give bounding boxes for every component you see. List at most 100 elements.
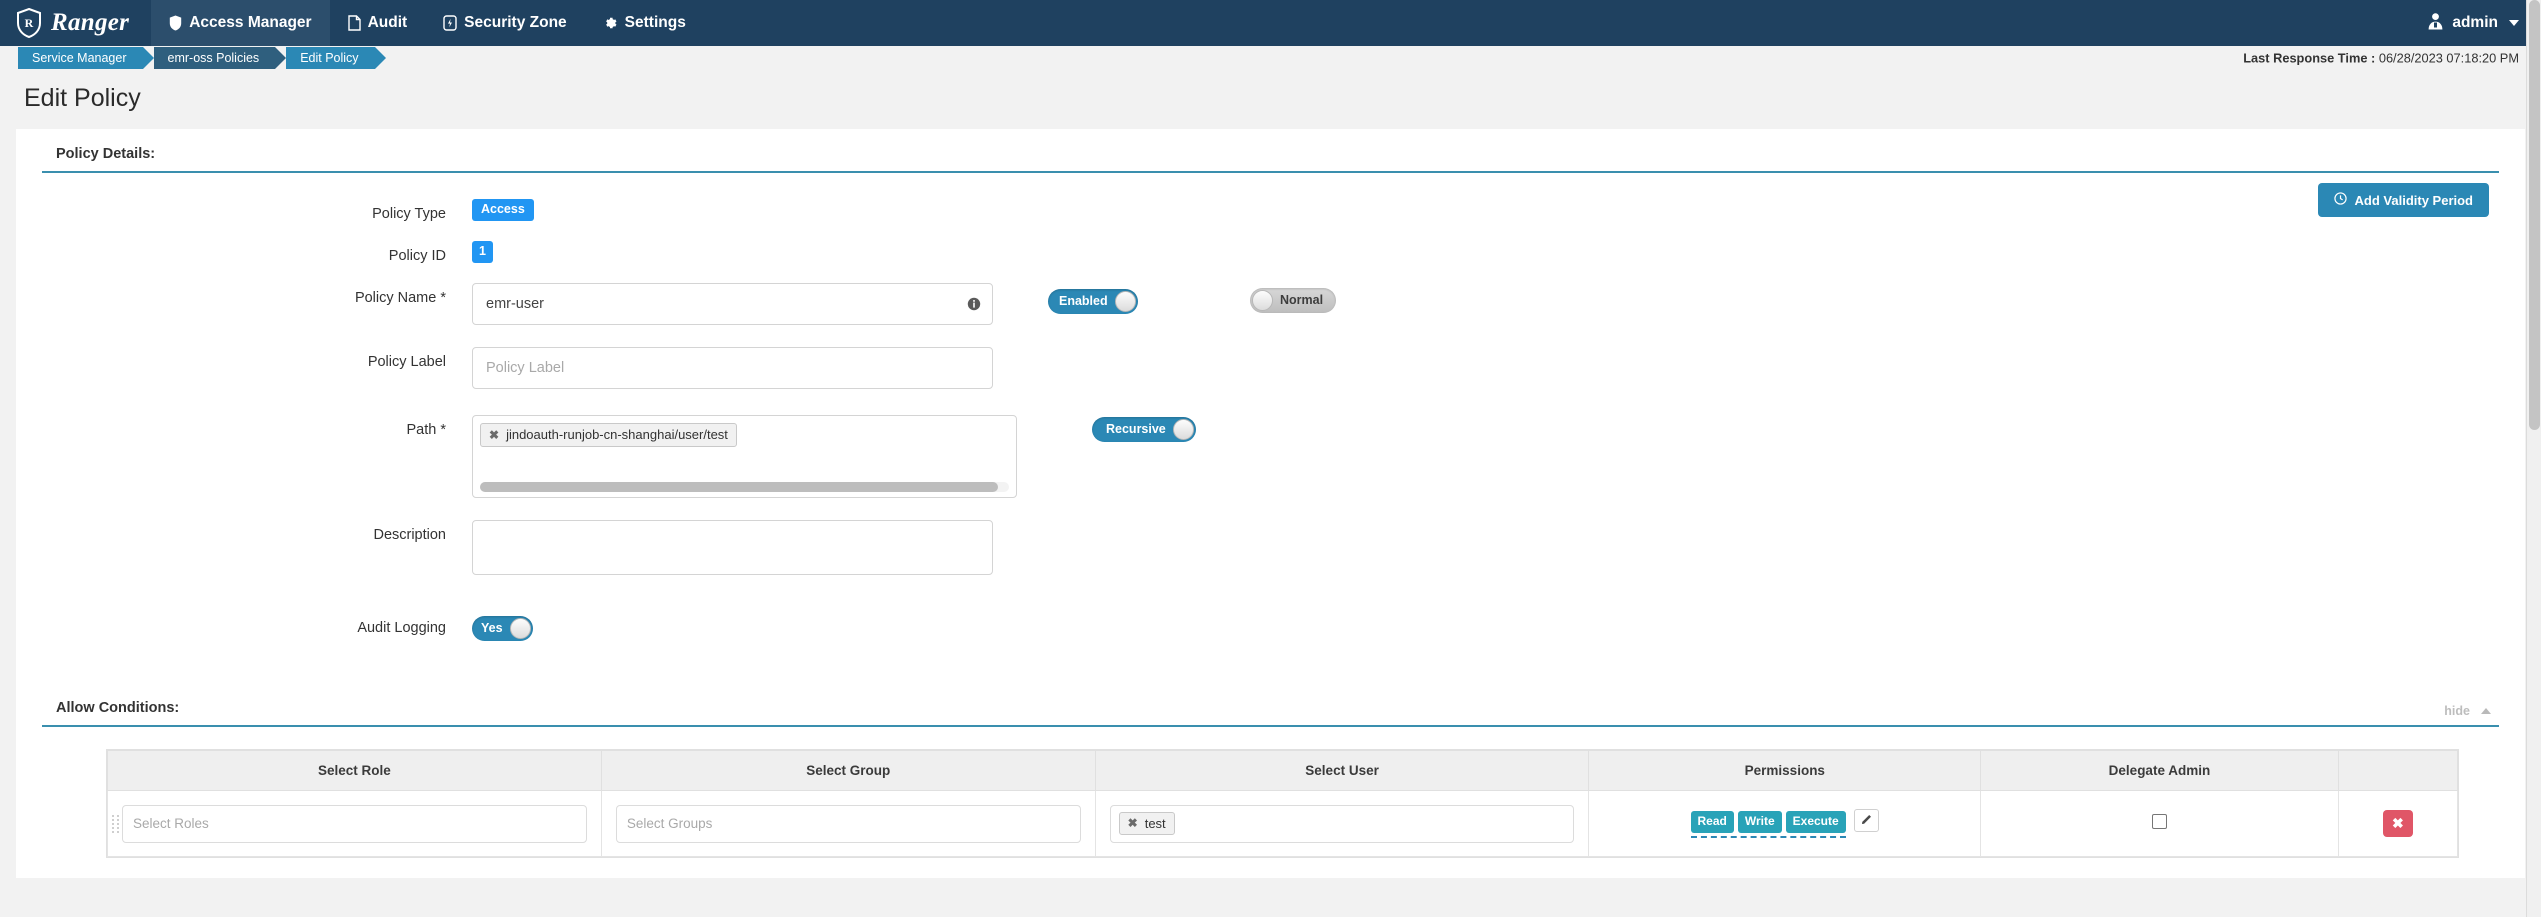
breadcrumb-label: emr-oss Policies: [167, 51, 260, 65]
user-menu[interactable]: admin: [2417, 0, 2541, 46]
audit-logging-toggle[interactable]: Yes: [472, 616, 533, 641]
drag-handle-icon[interactable]: [112, 811, 119, 837]
page-scrollbar[interactable]: [2526, 0, 2541, 917]
last-response-time: Last Response Time : 06/28/2023 07:18:20…: [2243, 51, 2519, 66]
add-validity-period-button[interactable]: Add Validity Period: [2317, 183, 2489, 217]
policy-name-input[interactable]: [472, 283, 993, 325]
brand-name: Ranger: [51, 9, 130, 36]
nav-item-access-manager[interactable]: Access Manager: [151, 0, 330, 46]
allow-conditions-table: Select Role Select Group Select User Per…: [107, 750, 2459, 857]
field-row-audit-logging: Audit Logging Yes: [42, 613, 2499, 641]
breadcrumb-label: Edit Policy: [300, 51, 359, 65]
allow-conditions-section-header: Allow Conditions: hide: [42, 683, 2499, 727]
cell-select-group: [600, 790, 1096, 857]
cell-delegate-admin: [1980, 790, 2339, 857]
nav-item-security-zone[interactable]: Security Zone: [425, 0, 585, 46]
pencil-icon: [1861, 812, 1873, 830]
path-token[interactable]: ✖ jindoauth-runjob-cn-shanghai/user/test: [480, 423, 737, 447]
field-row-policy-type: Policy Type Access: [42, 199, 2499, 222]
normal-toggle-switch[interactable]: Normal: [1250, 288, 1337, 313]
info-icon[interactable]: [967, 297, 981, 311]
path-token-input[interactable]: ✖ jindoauth-runjob-cn-shanghai/user/test: [472, 415, 1017, 498]
ranger-shield-logo-icon: R: [16, 8, 42, 38]
recursive-toggle[interactable]: Recursive: [1092, 417, 1196, 442]
policy-type-badge: Access: [472, 199, 534, 221]
policy-name-label: Policy Name *: [354, 290, 446, 306]
close-icon[interactable]: ✖: [1128, 816, 1138, 830]
column-header-select-user: Select User: [1094, 750, 1590, 791]
column-header-permissions: Permissions: [1588, 750, 1982, 791]
nav-item-audit[interactable]: Audit: [330, 0, 426, 46]
gear-icon: [603, 16, 618, 31]
chevron-up-icon: [2481, 708, 2491, 714]
cell-select-role: [107, 790, 602, 857]
path-horizontal-scrollbar[interactable]: [480, 482, 1009, 492]
brand-logo-area[interactable]: R Ranger: [0, 0, 151, 46]
shield-icon: [169, 15, 182, 31]
user-avatar-icon: [2427, 12, 2444, 35]
last-response-time-label: Last Response Time :: [2243, 50, 2376, 66]
field-row-policy-id: Policy ID 1: [42, 241, 2499, 264]
audit-logging-label: Audit Logging: [357, 620, 446, 636]
delegate-admin-checkbox[interactable]: [2151, 813, 2167, 829]
top-navbar: R Ranger Access Manager Audit Security Z…: [0, 0, 2541, 46]
breadcrumb-item-emr-oss-policies[interactable]: emr-oss Policies: [153, 47, 286, 69]
user-token-label: test: [1144, 815, 1166, 831]
nav-label-access-manager: Access Manager: [189, 14, 312, 31]
breadcrumb-label: Service Manager: [32, 51, 127, 65]
last-response-time-value: 06/28/2023 07:18:20 PM: [2378, 50, 2519, 66]
description-label: Description: [373, 527, 446, 543]
select-groups-input[interactable]: [615, 804, 1081, 843]
hide-allow-conditions-link[interactable]: hide: [2444, 704, 2491, 718]
field-row-path: Path * ✖ jindoauth-runjob-cn-shanghai/us…: [42, 415, 2499, 498]
page-title: Edit Policy: [0, 70, 2541, 129]
breadcrumb-item-edit-policy[interactable]: Edit Policy: [286, 47, 386, 69]
toggle-knob: [509, 618, 531, 639]
policy-form-panel: Policy Details: Add Validity Period Poli…: [16, 129, 2525, 878]
hide-label: hide: [2444, 704, 2470, 718]
nav-label-settings: Settings: [624, 14, 686, 31]
policy-type-label: Policy Type: [372, 206, 446, 222]
allow-conditions-title: Allow Conditions:: [56, 700, 180, 716]
clock-icon: [2333, 192, 2347, 208]
audit-logging-toggle-label: Yes: [481, 621, 503, 636]
breadcrumb-item-service-manager[interactable]: Service Manager: [18, 47, 153, 69]
delete-row-button[interactable]: ✖: [2382, 810, 2413, 837]
policy-label-control: [472, 347, 993, 389]
policy-id-label: Policy ID: [388, 248, 446, 264]
enabled-toggle[interactable]: Enabled: [1048, 289, 1138, 314]
permission-badge-read[interactable]: Read: [1690, 810, 1734, 833]
user-token[interactable]: ✖ test: [1118, 811, 1175, 836]
edit-permissions-button[interactable]: [1854, 809, 1880, 833]
audit-logging-control: Yes: [472, 613, 533, 641]
nav-item-settings[interactable]: Settings: [585, 0, 704, 46]
permission-badge-execute[interactable]: Execute: [1785, 810, 1846, 833]
column-header-select-role: Select Role: [107, 750, 602, 791]
column-header-delegate-admin: Delegate Admin: [1980, 750, 2339, 791]
permission-badge-write[interactable]: Write: [1737, 810, 1782, 833]
select-roles-input[interactable]: [122, 804, 587, 843]
policy-label-input[interactable]: [472, 347, 993, 389]
permissions-group[interactable]: Read Write Execute: [1690, 810, 1846, 838]
add-validity-period-label: Add Validity Period: [2354, 192, 2473, 208]
table-header-row: Select Role Select Group Select User Per…: [107, 750, 2459, 791]
select-users-input[interactable]: ✖ test: [1109, 804, 1575, 843]
policy-type-control: Access: [472, 199, 534, 221]
path-label: Path *: [406, 422, 447, 438]
enabled-toggle-switch[interactable]: Enabled: [1048, 289, 1138, 314]
nav-label-security-zone: Security Zone: [464, 14, 567, 31]
column-header-select-group: Select Group: [600, 750, 1096, 791]
recursive-toggle-label: Recursive: [1106, 422, 1166, 437]
close-icon[interactable]: ✖: [489, 428, 499, 442]
description-textarea[interactable]: [472, 520, 993, 575]
enabled-toggle-label: Enabled: [1059, 294, 1108, 309]
path-control: ✖ jindoauth-runjob-cn-shanghai/user/test: [472, 415, 1017, 498]
recursive-toggle-switch[interactable]: Recursive: [1092, 417, 1196, 442]
field-row-description: Description: [42, 520, 2499, 575]
policy-details-title: Policy Details:: [56, 146, 156, 162]
cell-permissions: Read Write Execute: [1588, 790, 1982, 857]
normal-toggle[interactable]: Normal: [1250, 288, 1337, 316]
policy-details-form: Add Validity Period Policy Type Access P…: [42, 173, 2499, 641]
toggle-knob: [1172, 419, 1194, 440]
toggle-knob: [1114, 291, 1136, 312]
